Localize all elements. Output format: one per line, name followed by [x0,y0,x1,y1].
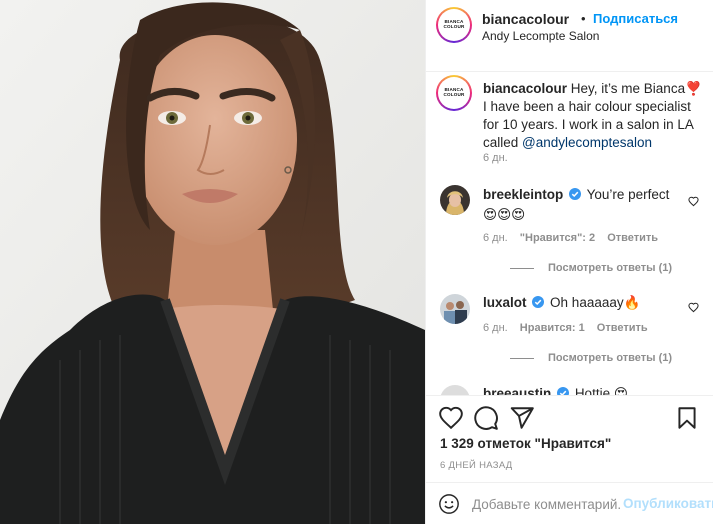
emoji-icon[interactable] [438,493,460,515]
post-photo[interactable] [0,0,425,524]
follow-button[interactable]: Подписаться [593,11,678,26]
caption-username[interactable]: biancacolour [483,81,567,96]
comment-body: Oh haaaaay🔥 [550,295,641,310]
instagram-post: BIANCA COLOUR biancacolour • Подписаться… [0,0,713,524]
view-replies-button[interactable]: Посмотреть ответы (1) [510,352,672,364]
commenter-avatar[interactable] [440,185,470,215]
reply-button[interactable]: Ответить [597,322,648,334]
comment-username[interactable]: luxalot [483,295,527,310]
author-username[interactable]: biancacolour [482,11,569,27]
post-location[interactable]: Andy Lecompte Salon [482,29,599,43]
comments-list[interactable]: BIANCA COLOUR biancacolour Hey, it’s me … [426,73,713,395]
comment-text: breeaustin Hottie 😍 [483,384,683,395]
comment-username[interactable]: breekleintop [483,187,563,202]
portrait-photo [0,0,425,524]
comment-input[interactable] [472,492,620,516]
like-comment-heart-icon[interactable] [688,302,699,313]
avatar-logo-text: BIANCA COLOUR [443,87,465,97]
comment-text: luxalot Oh haaaaay🔥 [483,293,683,313]
commenter-avatar[interactable] [440,294,470,324]
post-date[interactable]: 6 ДНЕЙ НАЗАД [440,460,513,471]
comment-time[interactable]: 6 дн. [483,322,508,334]
view-replies-label: Посмотреть ответы (1) [548,262,673,274]
caption-timestamp[interactable]: 6 дн. [483,152,508,164]
blonde-portrait-icon [440,185,470,215]
view-replies-button[interactable]: Посмотреть ответы (1) [510,262,672,274]
post-actions: 1 329 отметок "Нравится" 6 ДНЕЙ НАЗАД [426,395,713,495]
verified-badge-icon [569,188,582,200]
bookmark-icon[interactable] [674,405,700,431]
group-portrait-icon [440,294,470,324]
comment-meta: 6 дн. Нравится: 1 Ответить [483,322,657,334]
replies-divider [510,267,534,269]
like-comment-heart-icon[interactable] [688,196,699,207]
post-caption: biancacolour Hey, it’s me Bianca❣️ I hav… [483,80,705,152]
share-icon[interactable] [509,405,535,431]
post-side-panel: BIANCA COLOUR biancacolour • Подписаться… [425,0,713,524]
caption-avatar[interactable]: BIANCA COLOUR [436,75,472,111]
separator-dot: • [581,11,586,26]
verified-badge-icon [557,387,570,395]
comment-text: breekleintop You’re perfect 😍😍😍 [483,185,683,225]
comment-likes[interactable]: Нравится: 1 [520,322,585,334]
avatar-logo-text: BIANCA COLOUR [443,19,465,29]
comment-time[interactable]: 6 дн. [483,232,508,244]
comment-username[interactable]: breeaustin [483,386,551,395]
heart-icon[interactable] [438,405,464,431]
comment-meta: 6 дн. "Нравится": 2 Ответить [483,232,667,244]
verified-badge-icon [532,296,545,308]
commenter-avatar[interactable] [440,385,470,395]
comment-composer: Опубликовать [426,482,713,524]
author-avatar[interactable]: BIANCA COLOUR [436,7,472,43]
reply-button[interactable]: Ответить [607,232,658,244]
likes-count[interactable]: 1 329 отметок "Нравится" [440,436,611,451]
comment-body: Hottie 😍 [574,386,628,395]
caption-mention-link[interactable]: @andylecomptesalon [522,135,652,150]
comment-likes[interactable]: "Нравится": 2 [520,232,595,244]
publish-button[interactable]: Опубликовать [623,496,713,511]
comment-icon[interactable] [473,405,499,431]
replies-divider [510,357,534,359]
post-header: BIANCA COLOUR biancacolour • Подписаться… [426,0,713,72]
view-replies-label: Посмотреть ответы (1) [548,352,673,364]
